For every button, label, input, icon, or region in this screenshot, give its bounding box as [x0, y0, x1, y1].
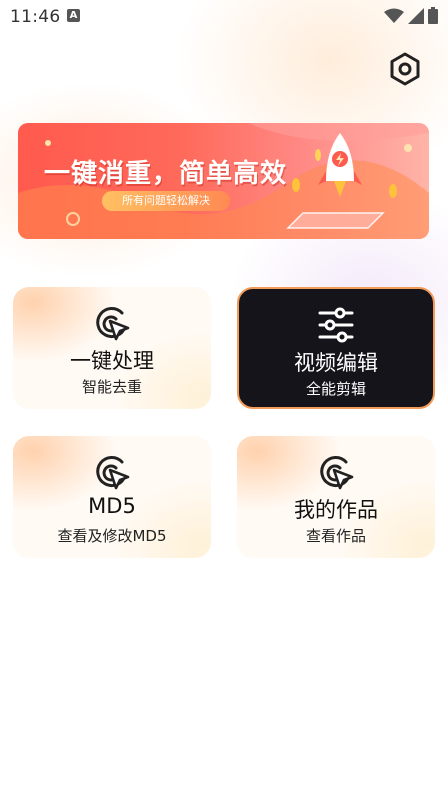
- cursor-click-icon: [320, 456, 354, 490]
- card-title: 我的作品: [294, 498, 378, 522]
- settings-button[interactable]: [386, 50, 424, 88]
- banner-title: 一键消重，简单高效: [44, 159, 288, 189]
- hexagon-gear-icon: [390, 52, 420, 86]
- signal-icon: [408, 7, 424, 24]
- a-icon: A: [67, 9, 80, 22]
- banner-subtitle: 所有问题轻松解决: [102, 191, 230, 211]
- card-title: 视频编辑: [294, 351, 378, 375]
- card-md5[interactable]: MD5 查看及修改MD5: [13, 436, 211, 558]
- card-subtitle: 查看及修改MD5: [57, 527, 167, 545]
- wifi-icon: [384, 8, 404, 23]
- status-icons: [384, 7, 438, 24]
- card-subtitle: 查看作品: [305, 527, 366, 545]
- battery-icon: [428, 7, 438, 24]
- sliders-icon: [318, 307, 354, 343]
- status-bar: 11:46 A: [0, 0, 448, 34]
- cursor-click-icon: [96, 456, 130, 490]
- card-title: MD5: [88, 494, 136, 518]
- promo-banner[interactable]: 一键消重，简单高效 所有问题轻松解决: [18, 123, 429, 239]
- card-one-click-process[interactable]: 一键处理 智能去重: [13, 287, 211, 409]
- cursor-click-icon: [96, 307, 130, 341]
- status-time: 11:46: [10, 7, 61, 27]
- card-video-edit[interactable]: 视频编辑 全能剪辑: [237, 287, 435, 409]
- card-my-works[interactable]: 我的作品 查看作品: [237, 436, 435, 558]
- card-title: 一键处理: [70, 349, 154, 373]
- card-subtitle: 智能去重: [81, 378, 142, 396]
- card-subtitle: 全能剪辑: [305, 380, 366, 398]
